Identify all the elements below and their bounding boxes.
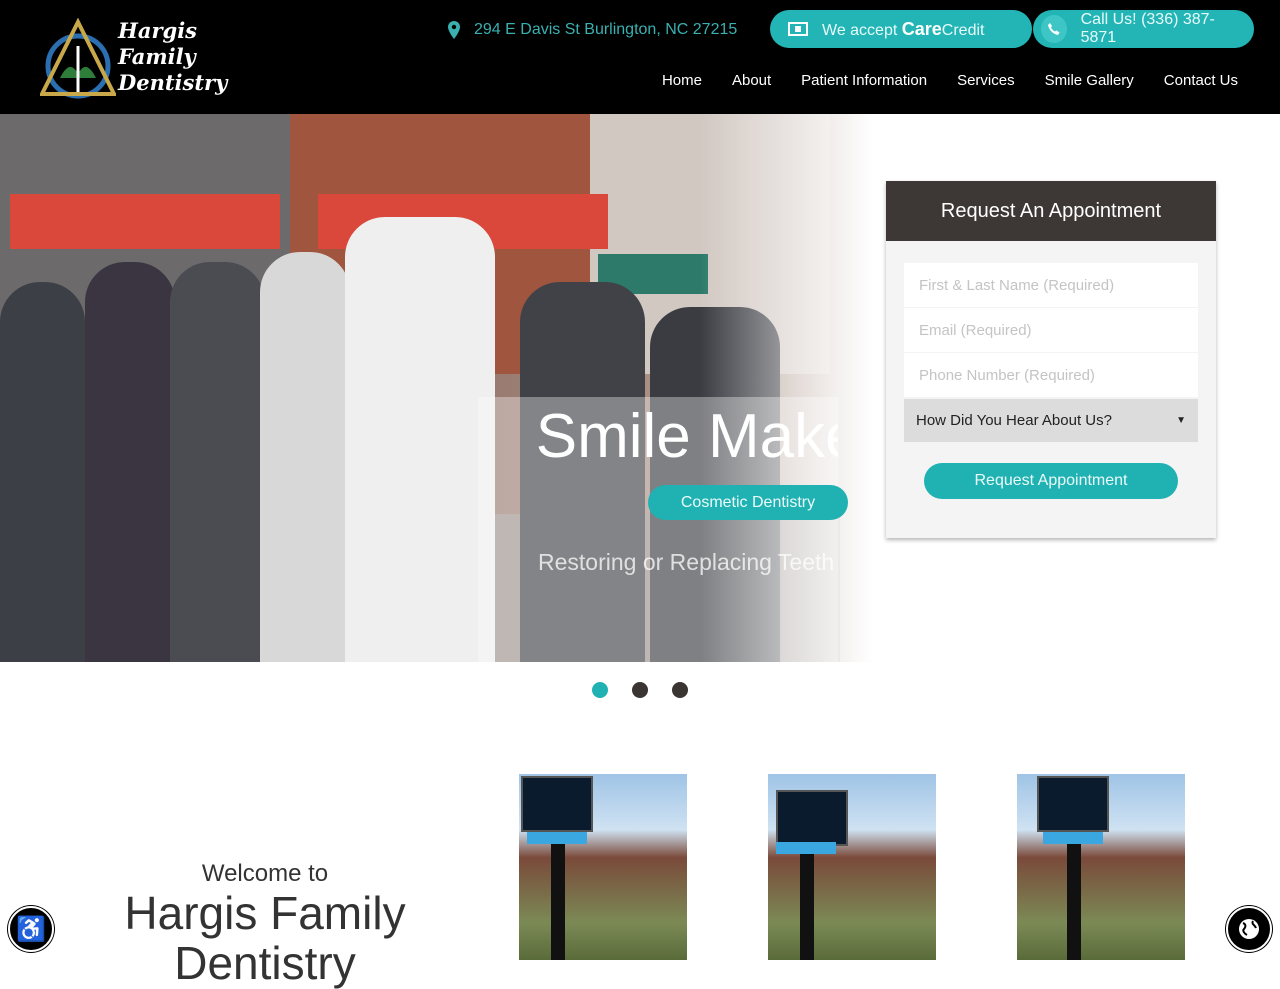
hero-photo-person bbox=[0, 282, 85, 662]
slide-dot-2[interactable] bbox=[632, 682, 648, 698]
nav-about[interactable]: About bbox=[732, 72, 771, 89]
logo-emblem-icon bbox=[38, 17, 118, 99]
hero-subtitle: Restoring or Replacing Teeth bbox=[538, 549, 835, 575]
office-photo bbox=[1017, 774, 1185, 960]
nav-home[interactable]: Home bbox=[662, 72, 702, 89]
slider-dots bbox=[592, 682, 688, 698]
logo-text: Hargis Family Dentistry bbox=[118, 18, 228, 95]
money-icon bbox=[788, 22, 808, 36]
globe-icon bbox=[1239, 919, 1259, 939]
request-appointment-button[interactable]: Request Appointment bbox=[924, 463, 1178, 499]
phone-icon bbox=[1041, 15, 1067, 43]
hero-caption: Smile Makeover Restoring or Replacing Te… bbox=[478, 397, 838, 662]
appointment-form: Request An Appointment How Did You Hear … bbox=[886, 181, 1216, 538]
logo[interactable]: Hargis Family Dentistry bbox=[38, 17, 240, 100]
nav-smile-gallery[interactable]: Smile Gallery bbox=[1045, 72, 1134, 89]
carecredit-button[interactable]: We accept CareCredit bbox=[770, 10, 1032, 48]
name-input[interactable] bbox=[904, 263, 1198, 307]
hero-photo-person bbox=[170, 262, 265, 662]
office-photo bbox=[519, 774, 687, 960]
hero-photo-person bbox=[260, 252, 350, 662]
nav-contact-us[interactable]: Contact Us bbox=[1164, 72, 1238, 89]
form-title: Request An Appointment bbox=[886, 181, 1216, 241]
nav-patient-information[interactable]: Patient Information bbox=[801, 72, 927, 89]
hero-photo-person bbox=[345, 217, 495, 662]
referral-select[interactable]: How Did You Hear About Us? ▼ bbox=[904, 399, 1198, 442]
slide-dot-3[interactable] bbox=[672, 682, 688, 698]
call-button[interactable]: Call Us! (336) 387-5871 bbox=[1033, 10, 1254, 48]
welcome-heading: Welcome to Hargis Family Dentistry bbox=[124, 860, 406, 989]
accessibility-button[interactable]: ♿ bbox=[8, 906, 54, 952]
cosmetic-dentistry-button[interactable]: Cosmetic Dentistry bbox=[648, 485, 848, 520]
nav-services[interactable]: Services bbox=[957, 72, 1015, 89]
phone-input[interactable] bbox=[904, 353, 1198, 397]
email-input[interactable] bbox=[904, 308, 1198, 352]
accessibility-icon: ♿ bbox=[16, 915, 46, 943]
slide-dot-1[interactable] bbox=[592, 682, 608, 698]
hero-photo-person bbox=[85, 262, 175, 662]
site-header: Hargis Family Dentistry 294 E Davis St B… bbox=[0, 0, 1280, 114]
hero-photo-awning bbox=[10, 194, 280, 249]
dropdown-arrow-icon: ▼ bbox=[1176, 415, 1186, 426]
main-nav: Home About Patient Information Services … bbox=[662, 72, 1238, 89]
map-pin-icon bbox=[448, 21, 460, 39]
office-photo bbox=[768, 774, 936, 960]
hero-title: Smile Makeover bbox=[535, 402, 838, 471]
address-link[interactable]: 294 E Davis St Burlington, NC 27215 bbox=[448, 18, 737, 42]
language-button[interactable] bbox=[1226, 906, 1272, 952]
